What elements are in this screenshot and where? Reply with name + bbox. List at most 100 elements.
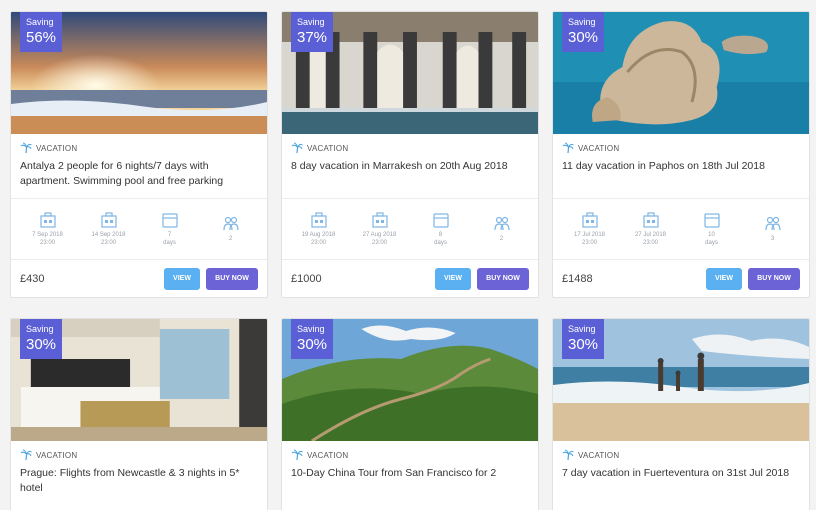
category: VACATION: [291, 449, 529, 461]
duration-unit: days: [434, 240, 447, 246]
people-icon: [493, 216, 510, 231]
discount-value: 30%: [568, 29, 599, 46]
checkout-time: 23:00: [100, 240, 116, 246]
category: VACATION: [291, 142, 529, 154]
checkin-time: 23:00: [310, 240, 326, 246]
deal-title[interactable]: 8 day vacation in Marrakesh on 20th Aug …: [291, 159, 529, 174]
saving-label: Saving: [297, 324, 325, 334]
deal-title[interactable]: 7 day vacation in Fuerteventura on 31st …: [562, 466, 800, 481]
view-button[interactable]: VIEW: [706, 267, 742, 290]
deal-details: 7 Sep 2018 23:00 14 Sep 2018 23:00 7 day…: [11, 198, 267, 259]
category-label: VACATION: [36, 450, 78, 460]
deal-details: 17 Jul 2018 23:00 27 Jul 2018 23:00 10 d…: [553, 198, 809, 259]
palm-tree-icon: [291, 142, 303, 154]
checkin-info: 17 Jul 2018 23:00: [568, 211, 612, 247]
deal-image-fuerteventura-beach[interactable]: Saving 30%: [553, 319, 809, 441]
deal-card[interactable]: Saving 30% VACATION 7 day vacation in Fu…: [552, 318, 810, 510]
checkin-info: 19 Aug 2018 23:00: [297, 211, 341, 247]
category: VACATION: [562, 142, 800, 154]
deal-title[interactable]: Antalya 2 people for 6 nights/7 days wit…: [20, 159, 258, 189]
palm-tree-icon: [291, 449, 303, 461]
saving-badge: Saving 30%: [562, 12, 604, 52]
saving-label: Saving: [26, 17, 54, 27]
hotel-checkin-icon: [581, 212, 598, 228]
deal-footer: £430 VIEW BUY NOW: [11, 259, 267, 297]
discount-value: 37%: [297, 29, 328, 46]
travellers-count: 2: [499, 236, 504, 242]
travellers-count: 2: [228, 236, 233, 242]
view-button[interactable]: VIEW: [435, 267, 471, 290]
duration-value: 10: [708, 232, 715, 238]
saving-badge: Saving 37%: [291, 12, 333, 52]
duration-info: 8 days: [419, 211, 463, 247]
buy-now-button[interactable]: BUY NOW: [477, 267, 529, 290]
category: VACATION: [562, 449, 800, 461]
deal-image-paphos-rocks[interactable]: Saving 30%: [553, 12, 809, 134]
palm-tree-icon: [562, 449, 574, 461]
deal-image-beach-sunset[interactable]: Saving 56%: [11, 12, 267, 134]
deal-title[interactable]: 10-Day China Tour from San Francisco for…: [291, 466, 529, 481]
checkout-info: 14 Sep 2018 23:00: [87, 211, 131, 247]
deal-footer: £1488 VIEW BUY NOW: [553, 259, 809, 297]
saving-badge: Saving 30%: [20, 319, 62, 359]
deal-image-marrakesh-courtyard[interactable]: Saving 37%: [282, 12, 538, 134]
category: VACATION: [20, 449, 258, 461]
checkout-date: 27 Aug 2018: [362, 232, 397, 238]
people-icon: [764, 216, 781, 231]
deal-image-hotel-room[interactable]: Saving 30%: [11, 319, 267, 441]
category-label: VACATION: [36, 143, 78, 153]
deal-price: £430: [20, 272, 45, 285]
hotel-checkout-icon: [371, 212, 388, 228]
palm-tree-icon: [20, 449, 32, 461]
checkout-date: 14 Sep 2018: [91, 232, 126, 238]
duration-info: 7 days: [148, 211, 192, 247]
deal-card[interactable]: Saving 30% VACATION 10-Day China Tour fr…: [281, 318, 539, 510]
duration-value: 8: [438, 232, 443, 238]
travellers-info: 2: [480, 215, 524, 243]
discount-value: 30%: [297, 336, 328, 353]
saving-label: Saving: [26, 324, 54, 334]
saving-badge: Saving 56%: [20, 12, 62, 52]
travellers-count: 3: [770, 236, 775, 242]
hotel-checkout-icon: [100, 212, 117, 228]
deal-title[interactable]: Prague: Flights from Newcastle & 3 night…: [20, 466, 258, 496]
deal-details: 19 Aug 2018 23:00 27 Aug 2018 23:00 8 da…: [282, 198, 538, 259]
category-label: VACATION: [578, 450, 620, 460]
buy-now-button[interactable]: BUY NOW: [748, 267, 800, 290]
duration-unit: days: [163, 240, 176, 246]
hotel-checkin-icon: [39, 212, 56, 228]
checkin-time: 23:00: [581, 240, 597, 246]
duration-info: 10 days: [690, 211, 734, 247]
people-icon: [222, 216, 239, 231]
checkout-info: 27 Aug 2018 23:00: [358, 211, 402, 247]
deal-title[interactable]: 11 day vacation in Paphos on 18th Jul 20…: [562, 159, 800, 174]
deal-image-great-wall[interactable]: Saving 30%: [282, 319, 538, 441]
buy-now-button[interactable]: BUY NOW: [206, 267, 258, 290]
category-label: VACATION: [578, 143, 620, 153]
category: VACATION: [20, 142, 258, 154]
checkin-date: 7 Sep 2018: [32, 232, 63, 238]
deal-card[interactable]: Saving 37% VACATION 8 day vacation in Ma…: [281, 11, 539, 298]
checkin-time: 23:00: [39, 240, 55, 246]
duration-value: 7: [167, 232, 172, 238]
checkin-date: 19 Aug 2018: [301, 232, 336, 238]
deal-card[interactable]: Saving 30% VACATION Prague: Flights from…: [10, 318, 268, 510]
saving-badge: Saving 30%: [562, 319, 604, 359]
category-label: VACATION: [307, 450, 349, 460]
saving-badge: Saving 30%: [291, 319, 333, 359]
discount-value: 30%: [568, 336, 599, 353]
checkout-time: 23:00: [371, 240, 387, 246]
saving-label: Saving: [568, 324, 596, 334]
category-label: VACATION: [307, 143, 349, 153]
hotel-checkin-icon: [310, 212, 327, 228]
checkout-date: 27 Jul 2018: [634, 232, 667, 238]
deal-card[interactable]: Saving 56% VACATION Antalya 2 people for…: [10, 11, 268, 298]
travellers-info: 3: [751, 215, 795, 243]
deal-price: £1000: [291, 272, 322, 285]
discount-value: 56%: [26, 29, 57, 46]
discount-value: 30%: [26, 336, 57, 353]
deal-footer: £1000 VIEW BUY NOW: [282, 259, 538, 297]
palm-tree-icon: [562, 142, 574, 154]
deal-card[interactable]: Saving 30% VACATION 11 day vacation in P…: [552, 11, 810, 298]
view-button[interactable]: VIEW: [164, 267, 200, 290]
